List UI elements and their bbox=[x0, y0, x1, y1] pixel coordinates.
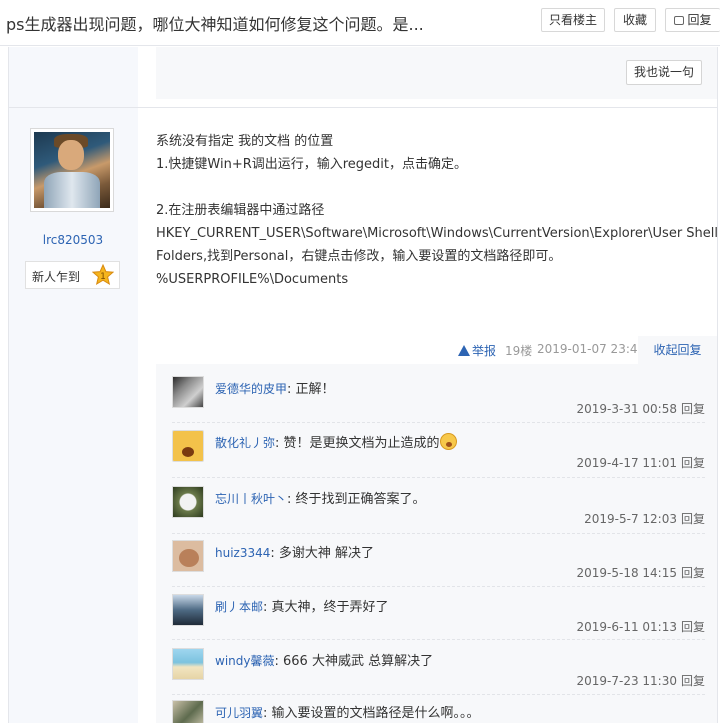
list-item: huiz3344: 多谢大神 解决了 2019-5-18 14:15 回复 bbox=[172, 538, 705, 592]
post-date: 2019-01-07 23:43 bbox=[537, 342, 646, 356]
reply-link[interactable]: 回复 bbox=[681, 402, 705, 416]
post-line: 1.快捷键Win+R调出运行，输入regedit，点击确定。 bbox=[156, 157, 468, 172]
reply-username[interactable]: 散化礼丿弥 bbox=[215, 436, 275, 450]
reply-username[interactable]: 爱德华的皮甲 bbox=[215, 382, 287, 396]
avatar[interactable] bbox=[172, 594, 204, 626]
reply-link[interactable]: 回复 bbox=[681, 674, 705, 688]
say-something-button[interactable]: 我也说一句 bbox=[626, 60, 702, 85]
author-username[interactable]: lrc820503 bbox=[8, 233, 138, 247]
reply-text: 真大神，终于弄好了 bbox=[271, 600, 389, 615]
star-icon: 1 bbox=[92, 264, 114, 286]
avatar[interactable] bbox=[172, 648, 204, 680]
list-item: 忘川丨秋叶丶: 终于找到正确答案了。 2019-5-7 12:03 回复 bbox=[172, 484, 705, 538]
avatar-image bbox=[34, 132, 110, 208]
avatar[interactable] bbox=[172, 486, 204, 518]
reply-username[interactable]: windy馨薇 bbox=[215, 654, 274, 668]
content-border bbox=[717, 47, 718, 723]
favorite-button[interactable]: 收藏 bbox=[614, 8, 656, 32]
reply-text: 666 大神威武 总算解决了 bbox=[283, 654, 434, 669]
post-line: 2.在注册表编辑器中通过路径 bbox=[156, 203, 325, 218]
reply-time: 2019-7-23 11:30 bbox=[576, 674, 677, 688]
post-divider bbox=[8, 107, 718, 108]
reply-list: 爱德华的皮甲: 正解！ 2019-3-31 00:58 回复 散化礼丿弥: 赞！是… bbox=[156, 364, 717, 723]
level-badge[interactable]: 新人乍到 1 bbox=[25, 261, 120, 289]
post-content: 系统没有指定 我的文档 的位置 1.快捷键Win+R调出运行，输入regedit… bbox=[156, 130, 719, 291]
reply-username[interactable]: 可儿羽翼 bbox=[215, 706, 263, 720]
reply-text: 正解！ bbox=[295, 382, 335, 397]
reply-button-label: 回复 bbox=[687, 13, 712, 27]
reply-link[interactable]: 回复 bbox=[681, 456, 705, 470]
reply-time: 2019-5-7 12:03 bbox=[584, 512, 677, 526]
level-label: 新人乍到 bbox=[32, 270, 81, 284]
reply-username[interactable]: 刷丿本邮 bbox=[215, 600, 263, 614]
thread-title: ps生成器出现问题，哪位大神知道如何修复这个问题。是... bbox=[6, 15, 424, 34]
list-item: 刷丿本邮: 真大神，终于弄好了 2019-6-11 01:13 回复 bbox=[172, 592, 705, 646]
reply-link[interactable]: 回复 bbox=[681, 512, 705, 526]
reply-time: 2019-3-31 00:58 bbox=[576, 402, 677, 416]
report-link[interactable]: 举报 bbox=[458, 342, 496, 359]
emoji-icon bbox=[439, 433, 457, 450]
post-tail: 举报 19楼 2019-01-07 23:43 收起回复 bbox=[156, 336, 717, 364]
list-item: windy馨薇: 666 大神威武 总算解决了 2019-7-23 11:30 回… bbox=[172, 646, 705, 700]
comment-icon bbox=[674, 16, 685, 25]
post-line: 系统没有指定 我的文档 的位置 bbox=[156, 134, 334, 149]
post-line: %USERPROFILE%\Documents bbox=[156, 272, 349, 287]
avatar[interactable] bbox=[172, 540, 204, 572]
reply-time: 2019-6-11 01:13 bbox=[576, 620, 677, 634]
reply-username[interactable]: 忘川丨秋叶丶 bbox=[215, 492, 287, 506]
floor-number: 19楼 bbox=[505, 344, 533, 358]
reply-button[interactable]: 回复 bbox=[665, 8, 720, 32]
avatar[interactable] bbox=[172, 700, 204, 723]
level-number: 1 bbox=[100, 272, 106, 282]
avatar[interactable] bbox=[172, 430, 204, 462]
reply-time: 2019-5-18 14:15 bbox=[576, 566, 677, 580]
post-line: Folders,找到Personal，右键点击修改，输入要设置的文档路径即可。 bbox=[156, 249, 562, 264]
reply-text: 赞！是更换文档为止造成的 bbox=[283, 436, 440, 451]
avatar[interactable] bbox=[172, 376, 204, 408]
warning-icon bbox=[458, 345, 470, 356]
reply-username[interactable]: huiz3344 bbox=[215, 546, 270, 560]
post-line: HKEY_CURRENT_USER\Software\Microsoft\Win… bbox=[156, 226, 719, 241]
only-op-button[interactable]: 只看楼主 bbox=[541, 8, 605, 32]
reply-text: 多谢大神 解决了 bbox=[278, 546, 375, 561]
reply-time: 2019-4-17 11:01 bbox=[576, 456, 677, 470]
reply-text: 输入要设置的文档路径是什么啊。。。 bbox=[271, 706, 480, 721]
reply-link[interactable]: 回复 bbox=[681, 620, 705, 634]
list-item: 散化礼丿弥: 赞！是更换文档为止造成的 2019-4-17 11:01 回复 bbox=[172, 428, 705, 482]
reply-link[interactable]: 回复 bbox=[681, 566, 705, 580]
author-avatar[interactable] bbox=[30, 128, 114, 212]
reply-text: 终于找到正确答案了。 bbox=[295, 492, 426, 507]
list-item: 爱德华的皮甲: 正解！ 2019-3-31 00:58 回复 bbox=[172, 374, 705, 428]
thread-header: ps生成器出现问题，哪位大神知道如何修复这个问题。是... 只看楼主 收藏 回复 bbox=[0, 0, 720, 46]
report-label: 举报 bbox=[472, 344, 497, 358]
collapse-replies-button[interactable]: 收起回复 bbox=[638, 336, 717, 364]
list-item: 可儿羽翼: 输入要设置的文档路径是什么啊。。。 bbox=[172, 698, 705, 723]
